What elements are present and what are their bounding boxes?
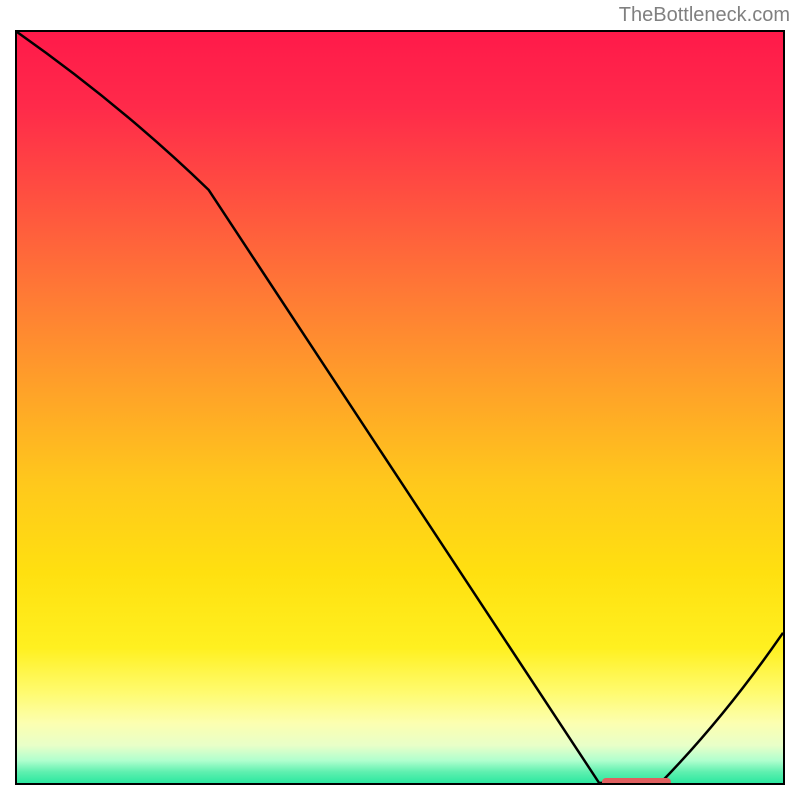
chart-highlight-band [602, 778, 671, 785]
chart-curve-line [17, 32, 783, 783]
chart-curve-svg [17, 32, 783, 783]
chart-plot-area [15, 30, 785, 785]
watermark-text: TheBottleneck.com [619, 4, 790, 27]
